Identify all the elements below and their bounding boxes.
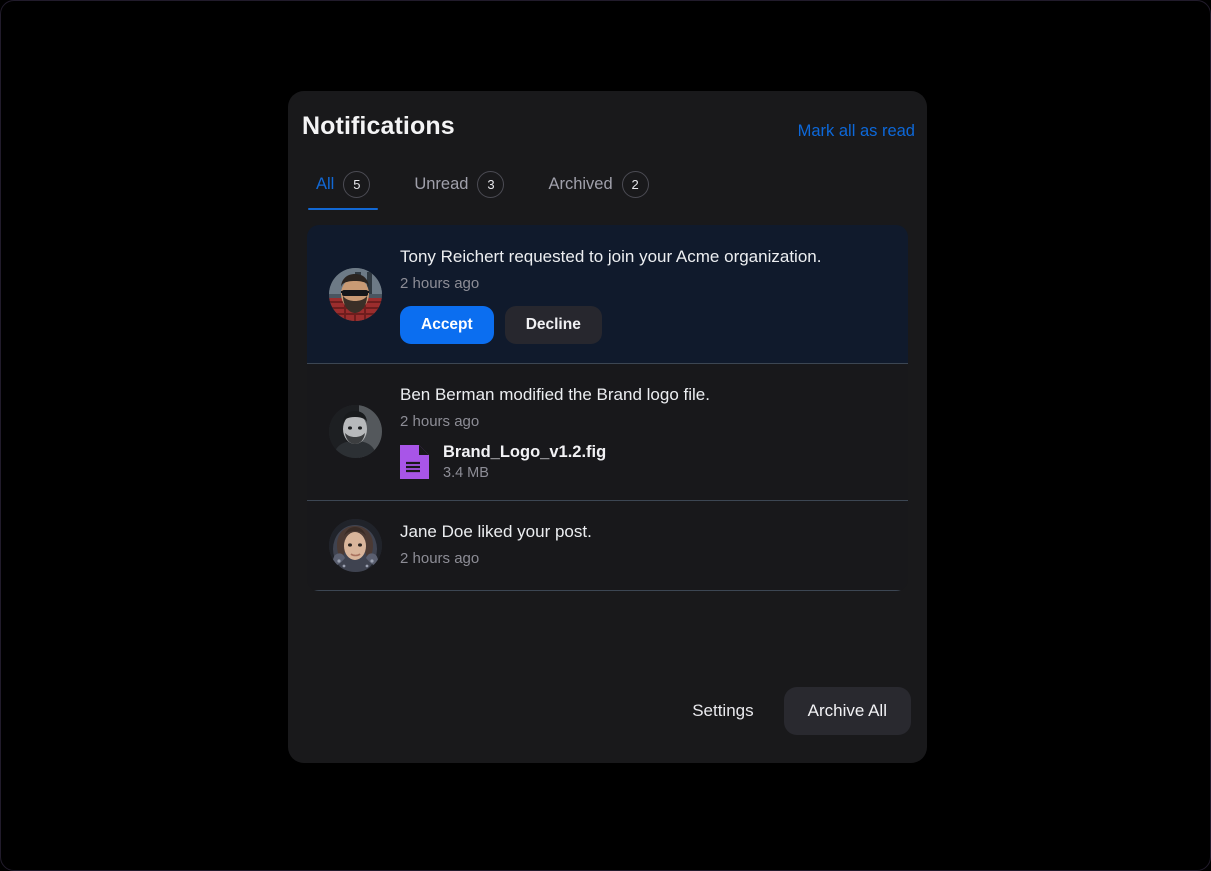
tab-all-badge: 5 xyxy=(343,171,371,198)
notification-body: Ben Berman modified the Brand logo file.… xyxy=(400,382,888,481)
file-meta: Brand_Logo_v1.2.fig 3.4 MB xyxy=(443,443,606,481)
accept-button[interactable]: Accept xyxy=(400,306,494,345)
notification-body: Tony Reichert requested to join your Acm… xyxy=(400,244,888,345)
notification-timestamp: 2 hours ago xyxy=(400,413,480,431)
notification-text: Tony Reichert requested to join your Acm… xyxy=(400,247,822,266)
card-header: Notifications Mark all as read xyxy=(288,91,927,163)
page-title: Notifications xyxy=(302,112,455,140)
file-document-icon xyxy=(400,445,429,480)
notification-list: Tony Reichert requested to join your Acm… xyxy=(307,225,908,592)
notification-actions: Accept Decline xyxy=(400,306,888,345)
avatar-bearded-man-sunglasses xyxy=(329,267,382,321)
notification-body: Jane Doe liked your post. 2 hours ago xyxy=(400,519,888,572)
tab-bar: All 5 Unread 3 Archived 2 xyxy=(288,163,927,225)
notification-text: Ben Berman modified the Brand logo file. xyxy=(400,385,710,405)
file-name: Brand_Logo_v1.2.fig xyxy=(443,443,607,462)
tab-all[interactable]: All 5 xyxy=(306,163,380,210)
tab-archived[interactable]: Archived 2 xyxy=(538,163,658,210)
tab-unread-label: Unread xyxy=(414,175,469,193)
tab-unread-badge: 3 xyxy=(477,171,505,198)
mark-all-as-read-link[interactable]: Mark all as read xyxy=(798,122,915,141)
tab-archived-label: Archived xyxy=(548,175,613,193)
file-size: 3.4 MB xyxy=(443,465,489,482)
avatar-man-portrait-bw xyxy=(329,405,382,459)
file-attachment[interactable]: Brand_Logo_v1.2.fig 3.4 MB xyxy=(400,443,888,481)
archive-all-button[interactable]: Archive All xyxy=(783,687,911,735)
tab-active-underline xyxy=(308,207,379,210)
settings-button[interactable]: Settings xyxy=(674,689,771,733)
notification-item[interactable]: Jane Doe liked your post. 2 hours ago xyxy=(307,500,908,592)
notification-text: Jane Doe liked your post. xyxy=(400,522,592,542)
notification-timestamp: 2 hours ago xyxy=(400,275,480,293)
decline-button[interactable]: Decline xyxy=(504,306,602,345)
app-canvas: Notifications Mark all as read All 5 Unr… xyxy=(0,0,1211,871)
notification-timestamp: 2 hours ago xyxy=(400,550,480,568)
notification-item[interactable]: Ben Berman modified the Brand logo file.… xyxy=(307,363,908,501)
notifications-card: Notifications Mark all as read All 5 Unr… xyxy=(288,91,927,763)
tab-archived-badge: 2 xyxy=(621,171,649,198)
card-footer: Settings Archive All xyxy=(288,667,927,763)
tab-unread[interactable]: Unread 3 xyxy=(404,163,514,210)
notification-item[interactable]: Tony Reichert requested to join your Acm… xyxy=(307,225,908,364)
tab-all-label: All xyxy=(316,175,335,193)
avatar-woman-scarf xyxy=(329,519,382,573)
